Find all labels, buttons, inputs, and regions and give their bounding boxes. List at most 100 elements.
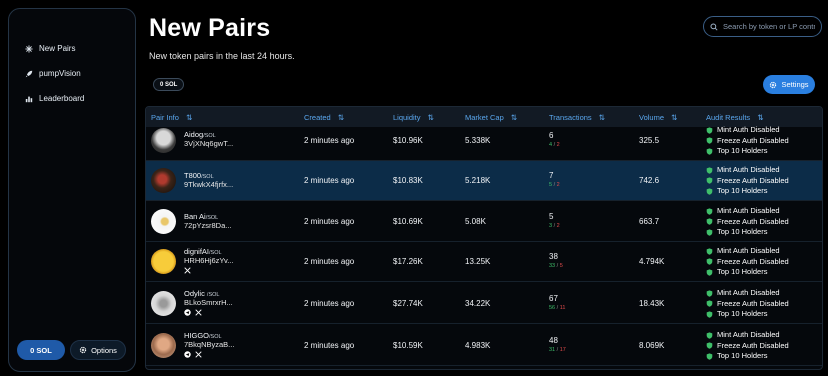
shield-check-icon	[706, 342, 713, 349]
x-twitter-icon[interactable]	[195, 309, 202, 316]
token-avatar	[151, 128, 176, 153]
shield-check-icon	[706, 148, 713, 155]
sol-balance-button[interactable]: 0 SOL	[17, 340, 65, 360]
transactions-cell: 6 4 / 2	[549, 131, 560, 148]
table-row[interactable]: Aidog/SOL 3VjXNq6gwT... 2 minutes ago $1…	[146, 121, 822, 161]
audit-label: Mint Auth Disabled	[717, 330, 780, 339]
shield-check-icon	[706, 218, 713, 225]
pair-name: Aidog/SOL	[184, 130, 216, 139]
shield-check-icon	[706, 269, 713, 276]
settings-button[interactable]: Settings	[763, 75, 815, 94]
tx-count: 48	[549, 336, 558, 345]
audit-label: Freeze Auth Disabled	[717, 256, 789, 266]
created-time: 2 minutes ago	[304, 299, 355, 308]
token-avatar	[151, 291, 176, 316]
sidebar-item-new-pairs[interactable]: New Pairs	[25, 44, 75, 53]
liquidity-value: $10.83K	[393, 176, 423, 185]
sell-count: 5	[559, 263, 563, 269]
tx-count: 5	[549, 212, 554, 221]
table-row[interactable]: dignifAI/SOL HRH6Hj6zYv... 2 minutes ago…	[146, 242, 822, 282]
shield-check-icon	[706, 311, 713, 318]
shield-check-icon	[706, 127, 713, 134]
token-avatar	[151, 209, 176, 234]
search-input[interactable]	[723, 22, 815, 31]
volume-value: 742.6	[639, 176, 660, 185]
shield-check-icon	[706, 137, 713, 144]
sidebar-item-label: Leaderboard	[39, 94, 85, 103]
page-title: New Pairs	[149, 14, 271, 42]
sell-count: 11	[559, 305, 566, 311]
audit-label: Top 10 Holders	[717, 267, 768, 276]
transactions-cell: 7 5 / 2	[549, 171, 560, 188]
audit-label: Mint Auth Disabled	[717, 246, 780, 255]
tx-count: 38	[549, 252, 558, 261]
audit-label: Freeze Auth Disabled	[717, 135, 789, 145]
gear-icon	[79, 346, 87, 354]
telegram-icon[interactable]	[184, 351, 191, 358]
search-icon	[710, 22, 718, 31]
pair-address: HRH6Hj6zYv...	[184, 256, 234, 265]
transactions-cell: 5 3 / 2	[549, 212, 560, 229]
pair-address: BLkoSmrxrH...	[184, 298, 233, 307]
options-label: Options	[91, 345, 117, 355]
market-cap-value: 4.983K	[465, 341, 491, 350]
pair-name: Ban Ai/SOL	[184, 212, 219, 221]
x-twitter-icon[interactable]	[195, 351, 202, 358]
shield-check-icon	[706, 229, 713, 236]
audit-label: Mint Auth Disabled	[717, 288, 780, 297]
created-time: 2 minutes ago	[304, 257, 355, 266]
sparkle-icon	[25, 44, 33, 53]
sidebar-item-leaderboard[interactable]: Leaderboard	[25, 94, 84, 103]
audit-label: Mint Auth Disabled	[717, 206, 780, 215]
transactions-cell: 67 56 / 11	[549, 294, 566, 311]
settings-label: Settings	[781, 80, 809, 89]
market-cap-value: 5.338K	[465, 136, 491, 145]
audit-label: Mint Auth Disabled	[717, 125, 780, 134]
pair-address: 7BkqNByzaB...	[184, 340, 235, 349]
token-avatar	[151, 168, 176, 193]
shield-check-icon	[706, 258, 713, 265]
table-row[interactable]: Odylic /SOL BLkoSmrxrH... 2 minutes ago …	[146, 284, 822, 324]
shield-check-icon	[706, 188, 713, 195]
token-avatar	[151, 333, 176, 358]
volume-value: 663.7	[639, 217, 660, 226]
table-row[interactable]: T800/SOL 9TkwkX4fjrfx... 2 minutes ago $…	[146, 161, 822, 201]
volume-value: 18.43K	[639, 299, 665, 308]
transactions-cell: 48 31 / 17	[549, 336, 566, 353]
audit-label: Freeze Auth Disabled	[717, 175, 789, 185]
pair-name: dignifAI/SOL	[184, 247, 222, 256]
sell-count: 2	[556, 182, 560, 188]
audit-label: Freeze Auth Disabled	[717, 216, 789, 226]
created-time: 2 minutes ago	[304, 176, 355, 185]
shield-check-icon	[706, 167, 713, 174]
sol-filter-chip[interactable]: 0 SOL	[153, 78, 185, 91]
sidebar-item-pumpvision[interactable]: pumpVision	[25, 69, 81, 78]
sell-count: 2	[556, 142, 560, 148]
shield-check-icon	[706, 332, 713, 339]
volume-value: 8.069K	[639, 341, 665, 350]
pair-name: Odylic /SOL	[184, 289, 220, 298]
page-subtitle: New token pairs in the last 24 hours.	[149, 51, 295, 61]
sidebar-item-label: New Pairs	[39, 44, 76, 53]
transactions-cell: 38 33 / 5	[549, 252, 563, 269]
pair-address: 3VjXNq6gwT...	[184, 139, 234, 148]
search-box[interactable]	[703, 16, 822, 37]
shield-check-icon	[706, 353, 713, 360]
audit-label: Top 10 Holders	[717, 186, 768, 195]
sidebar-item-label: pumpVision	[39, 69, 81, 78]
options-button[interactable]: Options	[70, 340, 126, 360]
table-row[interactable]: Ban Ai/SOL 72pYzsr8Da... 2 minutes ago $…	[146, 202, 822, 242]
shield-check-icon	[706, 208, 713, 215]
pair-address: 9TkwkX4fjrfx...	[184, 180, 234, 189]
token-avatar	[151, 249, 176, 274]
audit-label: Top 10 Holders	[717, 227, 768, 236]
liquidity-value: $10.96K	[393, 136, 423, 145]
sell-count: 17	[559, 347, 566, 353]
table-row[interactable]: HIGGO/SOL 7BkqNByzaB... 2 minutes ago $1…	[146, 326, 822, 366]
shield-check-icon	[706, 248, 713, 255]
volume-value: 325.5	[639, 136, 660, 145]
telegram-icon[interactable]	[184, 309, 191, 316]
liquidity-value: $27.74K	[393, 299, 423, 308]
x-twitter-icon[interactable]	[184, 267, 191, 274]
created-time: 2 minutes ago	[304, 217, 355, 226]
